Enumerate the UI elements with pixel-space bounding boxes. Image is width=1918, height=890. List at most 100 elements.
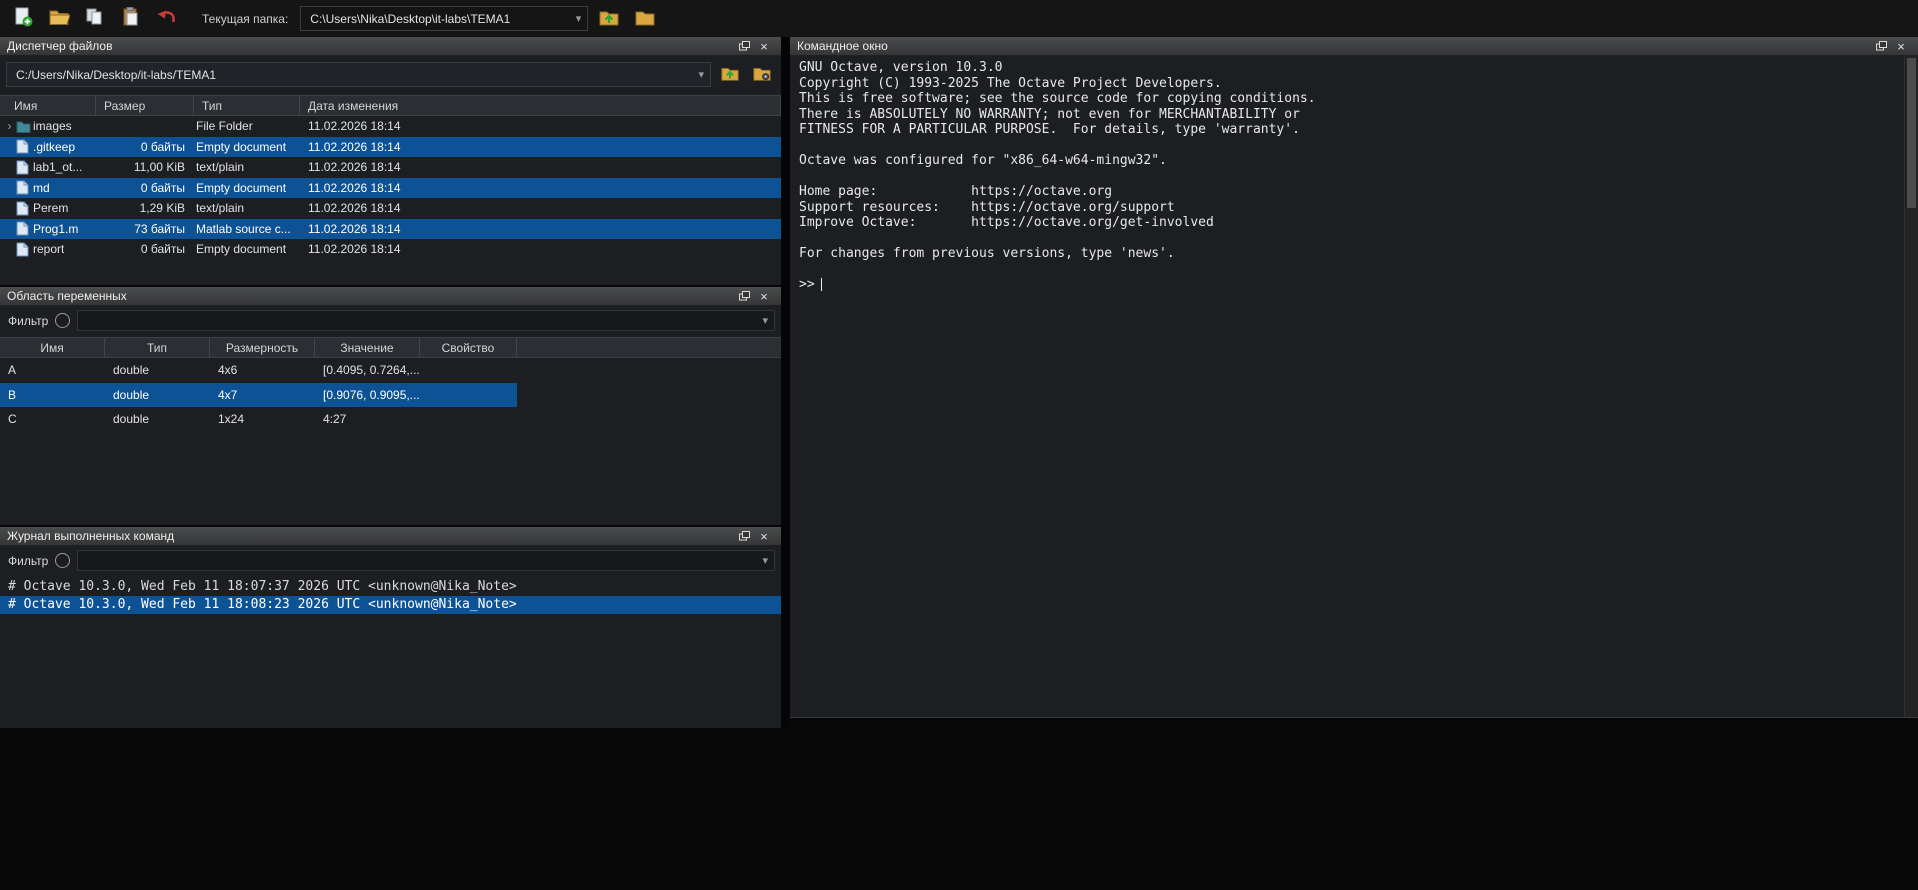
variable-value: 4:27 [315,412,420,426]
variable-type: double [105,363,210,377]
file-table-body: › images File Folder 11.02.2026 18:14 [0,116,781,260]
file-name: report [33,242,64,256]
undo-icon [156,6,178,31]
file-name: Perem [33,201,68,215]
history-entry[interactable]: # Octave 10.3.0, Wed Feb 11 18:07:37 202… [0,577,781,596]
undock-icon [739,291,750,301]
file-row-prog1[interactable]: Prog1.m 73 байты Matlab source c... 11.0… [0,219,781,240]
close-icon: × [1897,40,1905,53]
column-header-value[interactable]: Значение [315,338,420,357]
chevron-down-icon: ▾ [762,554,768,567]
history-filter-combobox[interactable]: ▾ [77,550,775,571]
folder-up-button[interactable] [594,5,624,33]
filter-checkbox[interactable] [55,313,70,328]
folder-up-icon [720,63,740,86]
scrollbar-thumb[interactable] [1907,58,1916,208]
folder-gear-icon [752,63,772,86]
undock-icon [739,531,750,541]
command-prompt[interactable]: >> [799,277,1898,293]
current-folder-value: C:\Users\Nika\Desktop\it-labs\TEMA1 [310,12,510,26]
command-window-output[interactable]: GNU Octave, version 10.3.0 Copyright (C)… [790,56,1918,293]
close-panel-button[interactable]: × [754,529,774,544]
console-line: GNU Octave, version 10.3.0 [799,60,1898,76]
column-header-attr[interactable]: Свойство [420,338,517,357]
file-row-perem[interactable]: Perem 1,29 KiB text/plain 11.02.2026 18:… [0,198,781,219]
column-header-size[interactable]: Размер [96,96,194,115]
close-panel-button[interactable]: × [754,289,774,304]
file-browser-path-combobox[interactable]: C:/Users/Nika/Desktop/it-labs/TEMA1 ▾ [6,62,711,87]
expand-arrow-icon[interactable]: › [3,119,16,133]
workspace-filter-combobox[interactable]: ▾ [77,310,775,331]
browse-folder-icon [634,6,656,31]
panel-title: Журнал выполненных команд [7,529,174,543]
filter-checkbox[interactable] [55,553,70,568]
console-line: For changes from previous versions, type… [799,246,1898,262]
file-size: 0 байты [96,242,194,256]
file-row-lab1[interactable]: lab1_ot... 11,00 KiB text/plain 11.02.20… [0,157,781,178]
column-header-name[interactable]: Имя [0,338,105,357]
document-icon [16,242,33,257]
file-type: Matlab source c... [194,222,300,236]
workspace-row-B[interactable]: B double 4x7 [0.9076, 0.9095,... [0,383,517,408]
console-line: Support resources: https://octave.org/su… [799,200,1898,216]
column-header-type[interactable]: Тип [194,96,300,115]
undock-icon [1876,41,1887,51]
file-name: images [33,119,72,133]
workspace-row-A[interactable]: A double 4x6 [0.4095, 0.7264,... [0,358,517,383]
document-icon [16,139,33,154]
console-line [799,262,1898,278]
document-icon [16,160,33,175]
command-window-scrollbar[interactable] [1904,56,1918,717]
folder-up-icon [598,6,620,31]
close-panel-button[interactable]: × [754,39,774,54]
copy-button[interactable] [80,5,110,33]
variable-type: double [105,412,210,426]
file-size: 11,00 KiB [96,160,194,174]
document-icon [16,180,33,195]
column-header-type[interactable]: Тип [105,338,210,357]
command-history-panel: Журнал выполненных команд × Фильтр ▾ [0,527,781,728]
undock-panel-button[interactable] [734,529,754,544]
dock-splitter[interactable] [781,37,790,728]
undock-panel-button[interactable] [734,39,754,54]
file-row-report[interactable]: report 0 байты Empty document 11.02.2026… [0,239,781,260]
undo-button[interactable] [152,5,182,33]
variable-value: [0.4095, 0.7264,... [315,363,420,377]
column-header-date[interactable]: Дата изменения [300,96,781,115]
console-line: FITNESS FOR A PARTICULAR PURPOSE. For de… [799,122,1898,138]
workspace-row-C[interactable]: C double 1x24 4:27 [0,407,517,432]
column-header-name[interactable]: Имя [0,96,96,115]
file-row-md[interactable]: md 0 байты Empty document 11.02.2026 18:… [0,178,781,199]
command-history-titlebar: Журнал выполненных команд × [0,527,781,546]
console-line: Home page: https://octave.org [799,184,1898,200]
current-folder-combobox[interactable]: C:\Users\Nika\Desktop\it-labs\TEMA1 ▾ [300,6,588,31]
document-icon [16,221,33,236]
new-script-button[interactable] [8,5,38,33]
prompt-symbol: >> [799,277,815,293]
file-type: Empty document [194,140,300,154]
undock-panel-button[interactable] [734,289,754,304]
new-script-icon [12,6,34,31]
file-date: 11.02.2026 18:14 [300,242,781,256]
text-cursor [821,278,822,291]
workspace-filter-row: Фильтр ▾ [0,306,781,337]
open-file-button[interactable] [44,5,74,33]
history-entry[interactable]: # Octave 10.3.0, Wed Feb 11 18:08:23 202… [0,596,781,615]
command-window-panel: Командное окно × GNU Octave, version 10.… [790,37,1918,718]
folder-actions-button[interactable] [748,63,775,87]
chevron-down-icon: ▾ [698,68,704,81]
history-list: # Octave 10.3.0, Wed Feb 11 18:07:37 202… [0,577,781,614]
paste-button[interactable] [116,5,146,33]
close-panel-button[interactable]: × [1891,39,1911,54]
file-name: lab1_ot... [33,160,82,174]
file-row-gitkeep[interactable]: .gitkeep 0 байты Empty document 11.02.20… [0,137,781,158]
workspace-panel: Область переменных × Фильтр ▾ Имя [0,287,781,525]
browse-folder-button[interactable] [630,5,660,33]
column-header-dims[interactable]: Размерность [210,338,315,357]
filter-label: Фильтр [8,314,48,328]
file-name: md [33,181,50,195]
directory-up-button[interactable] [716,63,743,87]
workspace-titlebar: Область переменных × [0,287,781,306]
file-row-images[interactable]: › images File Folder 11.02.2026 18:14 [0,116,781,137]
undock-panel-button[interactable] [1871,39,1891,54]
